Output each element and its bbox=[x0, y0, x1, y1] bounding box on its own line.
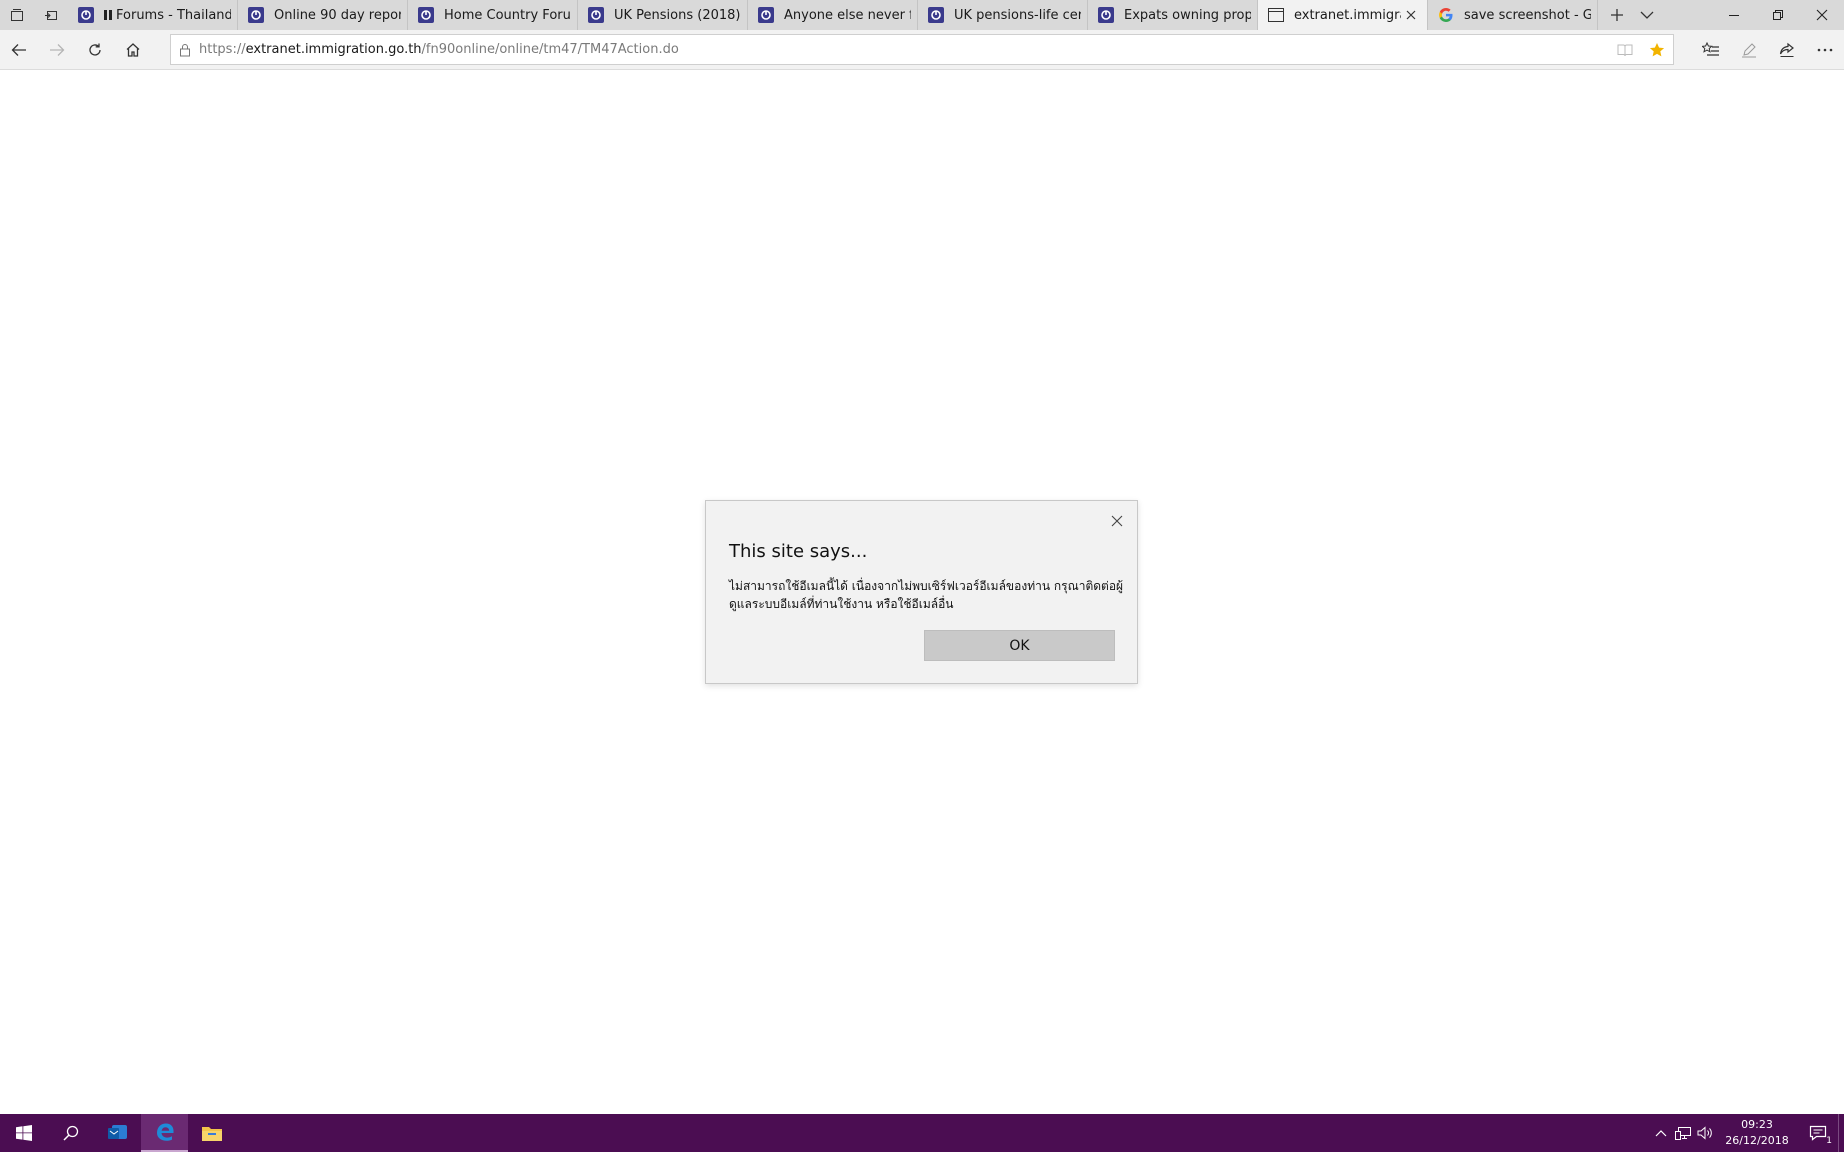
browser-tab[interactable]: Home Country Forum - bbox=[408, 0, 578, 30]
google-icon bbox=[1438, 7, 1454, 23]
browser-tab[interactable]: UK Pensions (2018) - Ho bbox=[578, 0, 748, 30]
tab-title: Home Country Forum - bbox=[444, 7, 571, 23]
tab-title: Forums - Thailand Vi: bbox=[116, 7, 231, 23]
home-icon[interactable] bbox=[114, 30, 152, 70]
site-badge-icon bbox=[248, 7, 264, 23]
tab-strip: Forums - Thailand Vi: Online 90 day repo… bbox=[0, 0, 1844, 30]
page-icon bbox=[1268, 7, 1284, 23]
network-icon[interactable] bbox=[1672, 1114, 1694, 1152]
new-tab-plus-icon[interactable] bbox=[1602, 0, 1632, 30]
more-options-icon[interactable] bbox=[1806, 30, 1844, 70]
action-center[interactable]: 1 bbox=[1798, 1114, 1838, 1152]
tabs-aside-icon[interactable] bbox=[0, 0, 34, 30]
site-badge-icon bbox=[928, 7, 944, 23]
clock-time: 09:23 bbox=[1741, 1118, 1773, 1131]
notification-icon bbox=[1809, 1125, 1827, 1141]
browser-tab[interactable]: Expats owning property bbox=[1088, 0, 1258, 30]
close-tab-icon[interactable] bbox=[1401, 5, 1421, 25]
site-badge-icon bbox=[588, 7, 604, 23]
tab-title: Expats owning property bbox=[1124, 7, 1251, 23]
url-scheme: https:// bbox=[199, 42, 246, 57]
share-icon[interactable] bbox=[1768, 30, 1806, 70]
tab-title: UK Pensions (2018) - Ho bbox=[614, 7, 741, 23]
close-dialog-icon[interactable] bbox=[1107, 511, 1127, 531]
browser-tab[interactable]: Online 90 day reporting bbox=[238, 0, 408, 30]
close-window-icon[interactable] bbox=[1800, 0, 1844, 30]
restore-tabs-icon[interactable] bbox=[34, 0, 68, 30]
file-explorer-icon[interactable] bbox=[188, 1114, 235, 1152]
url-path: /fn90online/online/tm47/TM47Action.do bbox=[421, 42, 679, 57]
tab-preview-chevron-icon[interactable] bbox=[1632, 0, 1662, 30]
show-desktop-button[interactable] bbox=[1838, 1114, 1844, 1152]
mail-app-icon[interactable] bbox=[94, 1114, 141, 1152]
refresh-icon[interactable] bbox=[76, 30, 114, 70]
site-badge-icon bbox=[78, 7, 94, 23]
system-clock[interactable]: 09:23 26/12/2018 bbox=[1722, 1117, 1792, 1149]
windows-start-icon[interactable] bbox=[0, 1114, 47, 1152]
site-badge-icon bbox=[758, 7, 774, 23]
browser-tab[interactable]: Forums - Thailand Vi: bbox=[68, 0, 238, 30]
ok-button[interactable]: OK bbox=[924, 630, 1115, 661]
navigation-bar: https://extranet.immigration.go.th/fn90o… bbox=[0, 30, 1844, 70]
minimize-icon[interactable] bbox=[1712, 0, 1756, 30]
volume-icon[interactable] bbox=[1694, 1114, 1716, 1152]
tab-title: Online 90 day reporting bbox=[274, 7, 401, 23]
favorite-star-icon[interactable] bbox=[1641, 34, 1673, 65]
notification-count: 1 bbox=[1826, 1136, 1832, 1146]
tray-chevron-up-icon[interactable] bbox=[1650, 1114, 1672, 1152]
forward-arrow-icon[interactable] bbox=[38, 30, 76, 70]
tab-title: save screenshot - Goog bbox=[1464, 7, 1591, 23]
search-icon[interactable] bbox=[47, 1114, 94, 1152]
back-arrow-icon[interactable] bbox=[0, 30, 38, 70]
address-bar[interactable]: https://extranet.immigration.go.th/fn90o… bbox=[170, 34, 1674, 65]
alert-dialog: This site says... ไม่สามารถใช้อีเมลนี้ได… bbox=[705, 500, 1138, 684]
dialog-title: This site says... bbox=[729, 541, 868, 562]
web-note-pen-icon[interactable] bbox=[1730, 30, 1768, 70]
restore-window-icon[interactable] bbox=[1756, 0, 1800, 30]
site-badge-icon bbox=[418, 7, 434, 23]
tab-title: UK pensions-life certific bbox=[954, 7, 1081, 23]
browser-tab[interactable]: Anyone else never feel s bbox=[748, 0, 918, 30]
tab-title: extranet.immigratio bbox=[1294, 7, 1401, 23]
lock-icon[interactable] bbox=[171, 43, 199, 57]
browser-tab[interactable]: UK pensions-life certific bbox=[918, 0, 1088, 30]
pause-icon bbox=[104, 10, 112, 20]
url-host: extranet.immigration.go.th bbox=[245, 42, 422, 57]
tab-title: Anyone else never feel s bbox=[784, 7, 911, 23]
windows-taskbar: 09:23 26/12/2018 1 bbox=[0, 1114, 1844, 1152]
favorites-hub-icon[interactable] bbox=[1692, 30, 1730, 70]
url-text[interactable]: https://extranet.immigration.go.th/fn90o… bbox=[199, 42, 679, 57]
edge-browser-icon[interactable] bbox=[141, 1114, 188, 1152]
reading-view-icon[interactable] bbox=[1609, 34, 1641, 65]
clock-date: 26/12/2018 bbox=[1725, 1134, 1789, 1147]
dialog-message: ไม่สามารถใช้อีเมลนี้ได้ เนื่องจากไม่พบเซ… bbox=[729, 579, 1124, 611]
browser-tab-active[interactable]: extranet.immigratio bbox=[1258, 0, 1428, 30]
browser-tab[interactable]: save screenshot - Goog bbox=[1428, 0, 1598, 30]
site-badge-icon bbox=[1098, 7, 1114, 23]
